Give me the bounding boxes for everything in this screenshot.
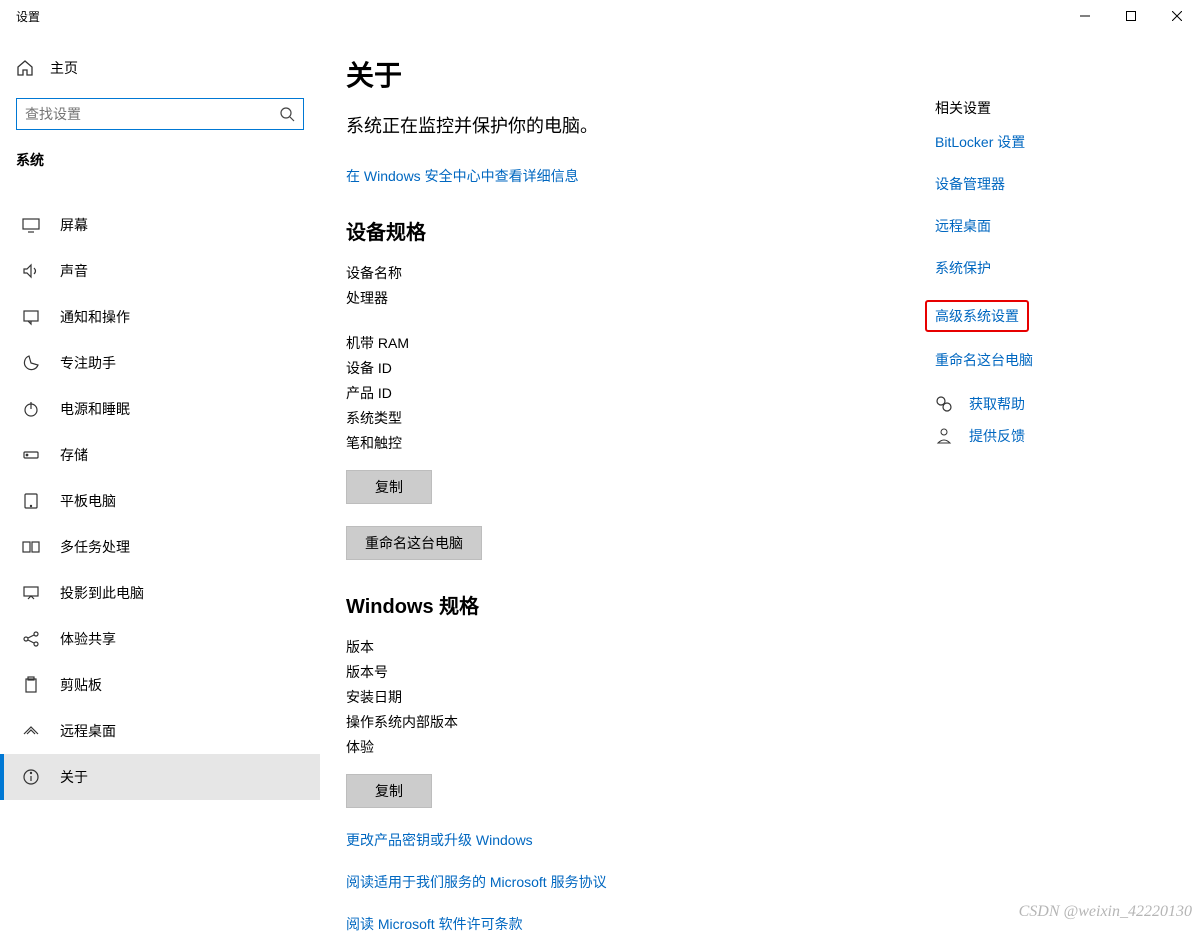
nav-label: 平板电脑 <box>60 491 116 511</box>
link-bitlocker[interactable]: BitLocker 设置 <box>935 132 1155 152</box>
window-controls <box>1062 0 1200 32</box>
get-help-row[interactable]: 获取帮助 <box>935 394 1155 414</box>
sidebar: 主页 系统 屏幕 声音 通知和操作 专注助手 <box>0 32 320 927</box>
nav-item-sound[interactable]: 声音 <box>0 248 320 294</box>
link-rename-pc[interactable]: 重命名这台电脑 <box>935 350 1155 370</box>
nav-item-notifications[interactable]: 通知和操作 <box>0 294 320 340</box>
windows-spec-title: Windows 规格 <box>346 590 1160 619</box>
feedback-icon <box>935 427 953 445</box>
nav-item-project[interactable]: 投影到此电脑 <box>0 570 320 616</box>
copy-windows-spec-button[interactable]: 复制 <box>346 774 432 808</box>
nav-item-share[interactable]: 体验共享 <box>0 616 320 662</box>
home-icon <box>16 59 34 77</box>
category-header: 系统 <box>0 130 320 180</box>
focus-icon <box>22 354 40 372</box>
maximize-button[interactable] <box>1108 0 1154 32</box>
nav-item-about[interactable]: 关于 <box>0 754 320 800</box>
spec-os-build: 操作系统内部版本 <box>346 710 1160 735</box>
watermark: CSDN @weixin_42220130 <box>1019 903 1192 921</box>
title-bar: 设置 <box>0 0 1200 32</box>
search-box[interactable] <box>16 98 304 130</box>
project-icon <box>22 584 40 602</box>
nav-item-tablet[interactable]: 平板电脑 <box>0 478 320 524</box>
search-icon <box>279 106 295 122</box>
nav-label: 体验共享 <box>60 629 116 649</box>
nav-item-remote[interactable]: 远程桌面 <box>0 708 320 754</box>
multitask-icon <box>22 538 40 556</box>
window-title: 设置 <box>16 8 40 25</box>
search-input[interactable] <box>25 106 279 122</box>
change-product-key-link[interactable]: 更改产品密钥或升级 Windows <box>346 830 1160 850</box>
spec-version: 版本号 <box>346 660 1160 685</box>
nav-label: 屏幕 <box>60 215 88 235</box>
nav-label: 多任务处理 <box>60 537 130 557</box>
highlight-box: 高级系统设置 <box>925 300 1029 332</box>
close-button[interactable] <box>1154 0 1200 32</box>
nav-item-multitask[interactable]: 多任务处理 <box>0 524 320 570</box>
feedback-row[interactable]: 提供反馈 <box>935 426 1155 446</box>
power-icon <box>22 400 40 418</box>
nav-label: 声音 <box>60 261 88 281</box>
nav-label: 关于 <box>60 767 88 787</box>
share-icon <box>22 630 40 648</box>
link-remote-desktop[interactable]: 远程桌面 <box>935 216 1155 236</box>
home-label: 主页 <box>50 58 78 78</box>
rename-pc-button[interactable]: 重命名这台电脑 <box>346 526 482 560</box>
feedback-label: 提供反馈 <box>969 426 1025 446</box>
link-system-protection[interactable]: 系统保护 <box>935 258 1155 278</box>
remote-icon <box>22 722 40 740</box>
nav-item-storage[interactable]: 存储 <box>0 432 320 478</box>
storage-icon <box>22 446 40 464</box>
nav-label: 专注助手 <box>60 353 116 373</box>
spec-edition: 版本 <box>346 635 1160 660</box>
get-help-label: 获取帮助 <box>969 394 1025 414</box>
nav-item-display[interactable]: 屏幕 <box>0 202 320 248</box>
nav-item-power[interactable]: 电源和睡眠 <box>0 386 320 432</box>
related-settings-panel: 相关设置 BitLocker 设置 设备管理器 远程桌面 系统保护 高级系统设置… <box>935 98 1155 446</box>
nav-list: 屏幕 声音 通知和操作 专注助手 电源和睡眠 存储 <box>0 202 320 800</box>
service-agreement-link[interactable]: 阅读适用于我们服务的 Microsoft 服务协议 <box>346 872 1160 892</box>
copy-device-spec-button[interactable]: 复制 <box>346 470 432 504</box>
home-button[interactable]: 主页 <box>0 50 320 86</box>
nav-item-clipboard[interactable]: 剪贴板 <box>0 662 320 708</box>
spec-install-date: 安装日期 <box>346 685 1160 710</box>
display-icon <box>22 216 40 234</box>
minimize-button[interactable] <box>1062 0 1108 32</box>
nav-label: 通知和操作 <box>60 307 130 327</box>
nav-label: 存储 <box>60 445 88 465</box>
about-icon <box>22 768 40 786</box>
link-device-manager[interactable]: 设备管理器 <box>935 174 1155 194</box>
nav-label: 剪贴板 <box>60 675 102 695</box>
sound-icon <box>22 262 40 280</box>
related-settings-header: 相关设置 <box>935 98 1155 118</box>
notifications-icon <box>22 308 40 326</box>
nav-label: 远程桌面 <box>60 721 116 741</box>
nav-label: 投影到此电脑 <box>60 583 144 603</box>
help-icon <box>935 395 953 413</box>
spec-experience: 体验 <box>346 735 1160 760</box>
nav-item-focus[interactable]: 专注助手 <box>0 340 320 386</box>
nav-label: 电源和睡眠 <box>60 399 130 419</box>
clipboard-icon <box>22 676 40 694</box>
tablet-icon <box>22 492 40 510</box>
link-advanced-system-settings[interactable]: 高级系统设置 <box>935 308 1019 324</box>
page-title: 关于 <box>346 54 1160 94</box>
